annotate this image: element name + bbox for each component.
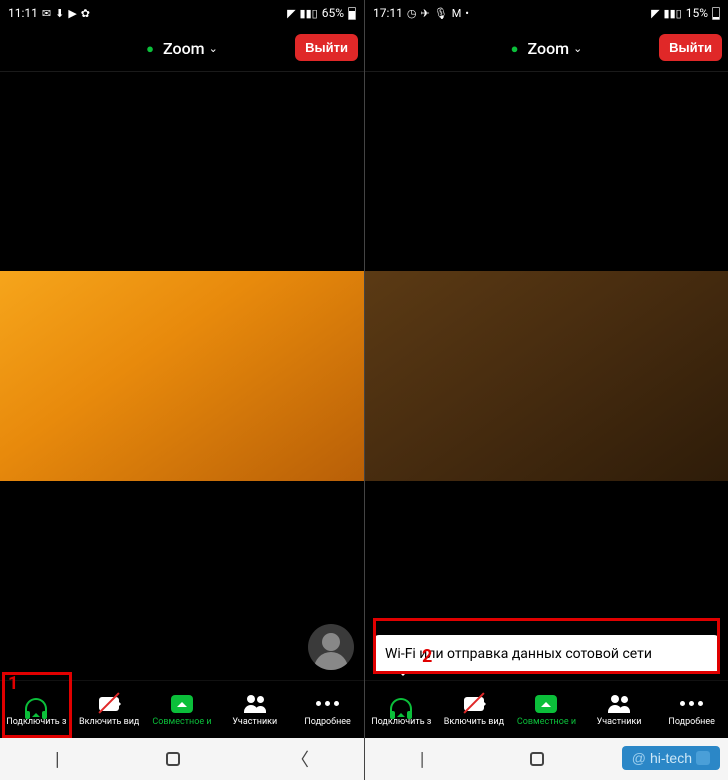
more-icon [679, 693, 705, 715]
status-left: 11:11 ✉ ⬇ ▶ ✿ [8, 6, 90, 20]
toolbar-share[interactable]: Совместное и [510, 681, 583, 738]
toolbar-video[interactable]: Включить вид [73, 681, 146, 738]
clock: 17:11 [373, 6, 403, 20]
self-avatar[interactable] [308, 624, 354, 670]
toolbar-audio[interactable]: Подключить з [0, 681, 73, 738]
shield-icon: ● [511, 41, 519, 57]
video-tile [0, 271, 364, 481]
tooltip-text: Wi-Fi или отправка данных сотовой сети [385, 646, 652, 662]
chevron-down-icon: ⌄ [573, 42, 582, 55]
app-title: Zoom [528, 39, 570, 58]
signal-icon: ▮▮▯ [300, 8, 318, 19]
download-icon: ⬇ [55, 8, 64, 19]
participants-icon [242, 693, 268, 715]
youtube-icon: ▶ [68, 8, 76, 19]
toolbar-participants-label: Участники [232, 717, 277, 727]
toolbar-share[interactable]: Совместное и [146, 681, 219, 738]
toolbar-audio-label: Подключить з [6, 717, 66, 727]
watermark-text: hi-tech [650, 750, 692, 766]
more-notif-icon: • [465, 8, 469, 19]
nav-home-button[interactable] [166, 752, 180, 766]
toolbar-video-label: Включить вид [79, 717, 139, 727]
watermark-logo-icon [696, 751, 710, 765]
meeting-title-dropdown[interactable]: ● Zoom ⌄ [146, 39, 218, 58]
share-icon [533, 693, 559, 715]
phone-screenshot-right: 17:11 ◷ ✈ 🎙 M • ◤ ▮▮▯ 15% ● Zoom ⌄ Выйти… [364, 0, 728, 780]
app-header: ● Zoom ⌄ Выйти [0, 26, 364, 72]
battery-pct: 15% [686, 6, 708, 20]
status-left: 17:11 ◷ ✈ 🎙 M • [373, 6, 469, 20]
toolbar-audio-label: Подключить з [371, 717, 431, 727]
shield-icon: ● [146, 41, 154, 57]
headphones-icon [23, 693, 49, 715]
toolbar-video[interactable]: Включить вид [438, 681, 511, 738]
video-tile [365, 271, 728, 481]
participants-icon [606, 693, 632, 715]
video-area[interactable]: Wi-Fi или отправка данных сотовой сети [365, 72, 728, 680]
notif-icon: ✉ [42, 8, 51, 19]
watermark: @ hi-tech [622, 746, 720, 770]
alarm-icon: ◷ [407, 8, 417, 19]
watermark-at: @ [632, 750, 646, 766]
battery-pct: 65% [322, 6, 344, 20]
headphones-icon [388, 693, 414, 715]
toolbar-participants[interactable]: Участники [218, 681, 291, 738]
meeting-title-dropdown[interactable]: ● Zoom ⌄ [511, 39, 583, 58]
signal-icon: ▮▮▯ [664, 8, 682, 19]
status-right: ◤ ▮▮▯ 15% [651, 6, 720, 20]
bottom-toolbar: Подключить з Включить вид Совместное и У… [0, 680, 364, 738]
android-navbar: ||| 〉 [0, 738, 364, 780]
toolbar-participants[interactable]: Участники [583, 681, 656, 738]
toolbar-participants-label: Участники [597, 717, 642, 727]
wifi-icon: ◤ [287, 8, 295, 19]
phone-screenshot-left: 11:11 ✉ ⬇ ▶ ✿ ◤ ▮▮▯ 65% ● Zoom ⌄ Выйти [0, 0, 364, 780]
more-icon [315, 693, 341, 715]
share-icon [169, 693, 195, 715]
toolbar-more[interactable]: Подробнее [655, 681, 728, 738]
audio-option-tooltip[interactable]: Wi-Fi или отправка данных сотовой сети [373, 635, 720, 674]
toolbar-share-label: Совместное и [517, 717, 576, 727]
app-title: Zoom [163, 39, 205, 58]
toolbar-video-label: Включить вид [444, 717, 504, 727]
battery-icon [348, 7, 356, 20]
settings-icon: ✿ [81, 8, 90, 19]
leave-button[interactable]: Выйти [295, 34, 358, 61]
toolbar-more[interactable]: Подробнее [291, 681, 364, 738]
camera-off-icon [96, 693, 122, 715]
leave-button[interactable]: Выйти [659, 34, 722, 61]
status-bar: 11:11 ✉ ⬇ ▶ ✿ ◤ ▮▮▯ 65% [0, 0, 364, 26]
clock: 11:11 [8, 6, 38, 20]
voice-icon: 🎙 [434, 8, 448, 19]
status-bar: 17:11 ◷ ✈ 🎙 M • ◤ ▮▮▯ 15% [365, 0, 728, 26]
bottom-toolbar: Подключить з Включить вид Совместное и У… [365, 680, 728, 738]
status-right: ◤ ▮▮▯ 65% [287, 6, 356, 20]
app-header: ● Zoom ⌄ Выйти [365, 26, 728, 72]
telegram-icon: ✈ [421, 8, 430, 19]
nav-home-button[interactable] [530, 752, 544, 766]
nav-back-button[interactable]: 〉 [291, 746, 309, 772]
chevron-down-icon: ⌄ [209, 42, 218, 55]
toolbar-more-label: Подробнее [304, 717, 351, 727]
camera-off-icon [461, 693, 487, 715]
toolbar-more-label: Подробнее [668, 717, 715, 727]
video-area[interactable] [0, 72, 364, 680]
toolbar-share-label: Совместное и [152, 717, 211, 727]
wifi-icon: ◤ [651, 8, 659, 19]
toolbar-audio[interactable]: Подключить з [365, 681, 438, 738]
battery-icon [712, 7, 720, 20]
mail-icon: M [452, 8, 462, 19]
